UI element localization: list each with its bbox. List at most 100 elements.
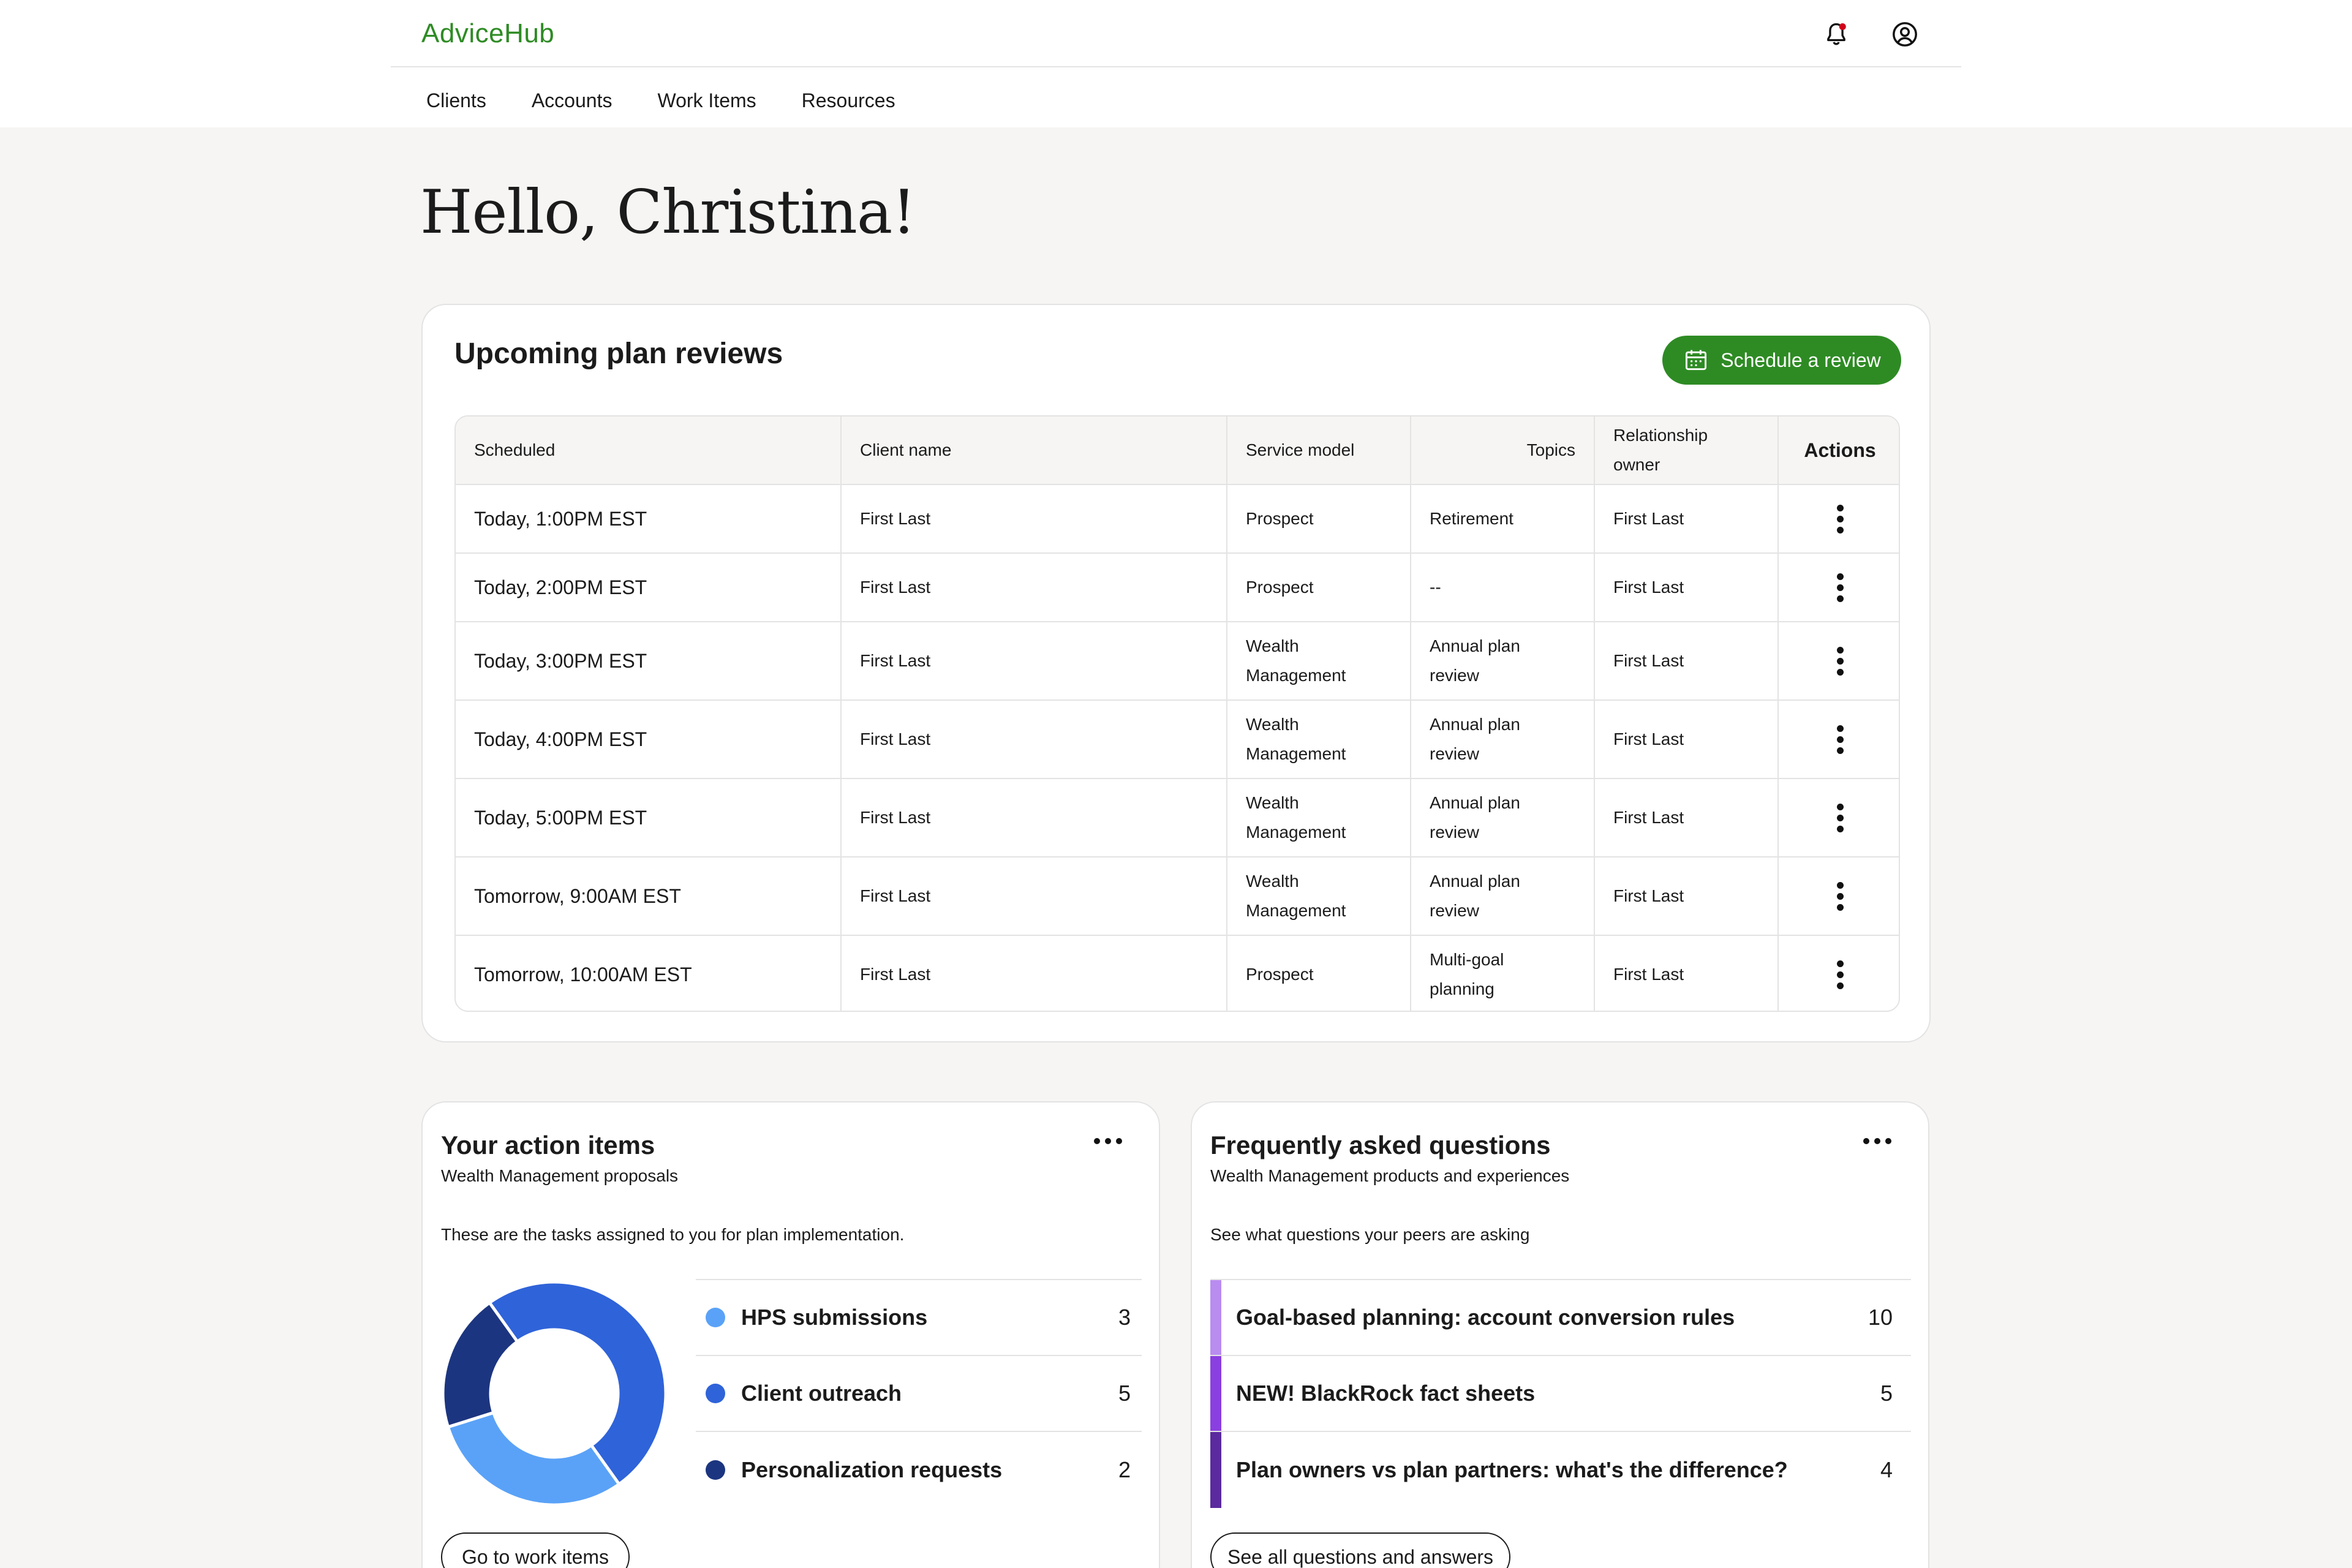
service-model-line: Prospect — [1246, 965, 1314, 984]
client-name-cell[interactable]: First Last — [842, 485, 1227, 552]
topics-line: planning — [1430, 979, 1494, 998]
row-actions-menu-icon[interactable] — [1832, 799, 1849, 837]
faq-subtitle: Wealth Management products and experienc… — [1210, 1166, 1570, 1185]
more-dot — [1105, 1138, 1111, 1144]
relationship-owner-cell: First Last — [1595, 936, 1779, 1011]
column-header-relationship-owner[interactable]: Relationship owner — [1595, 417, 1779, 484]
go-to-work-items-button[interactable]: Go to work items — [441, 1532, 630, 1568]
faq-question-label: Goal-based planning: account conversion … — [1236, 1305, 1735, 1330]
legend-dot — [706, 1460, 725, 1480]
action-item-row[interactable]: Client outreach 5 — [696, 1356, 1142, 1432]
actions-cell — [1779, 779, 1899, 856]
nav-item-work-items[interactable]: Work Items — [657, 86, 756, 115]
card-title: Upcoming plan reviews — [454, 337, 783, 370]
scheduled-cell: Today, 4:00PM EST — [456, 701, 842, 778]
row-actions-menu-icon[interactable] — [1832, 720, 1849, 759]
table-row[interactable]: Today, 2:00PM EST First Last Prospect -- Fir… — [456, 554, 1899, 622]
faq-question-label: Plan owners vs plan partners: what's the… — [1236, 1457, 1788, 1482]
service-model-cell: Prospect — [1227, 485, 1411, 552]
client-name-cell[interactable]: First Last — [842, 701, 1227, 778]
table-row[interactable]: Today, 5:00PM EST First Last Wealth Managem… — [456, 779, 1899, 858]
more-dot — [1116, 1138, 1122, 1144]
scheduled-cell: Today, 5:00PM EST — [456, 779, 842, 856]
see-all-questions-button[interactable]: See all questions and answers — [1210, 1532, 1510, 1568]
table-row[interactable]: Tomorrow, 10:00AM EST First Last Prospect M… — [456, 936, 1899, 1011]
actions-cell — [1779, 622, 1899, 699]
row-actions-menu-icon[interactable] — [1832, 956, 1849, 994]
faq-item-row[interactable]: Plan owners vs plan partners: what's the… — [1210, 1432, 1911, 1508]
topics-cell: Annual plan review — [1411, 701, 1595, 778]
faq-question-count: 5 — [1880, 1381, 1893, 1406]
topics-line: -- — [1430, 578, 1441, 597]
faq-item-row[interactable]: NEW! BlackRock fact sheets 5 — [1210, 1356, 1911, 1432]
table-row[interactable]: Today, 1:00PM EST First Last Prospect Retir… — [456, 485, 1899, 554]
action-items-subtitle: Wealth Management proposals — [441, 1166, 679, 1185]
topics-line: review — [1430, 666, 1479, 685]
column-header-scheduled[interactable]: Scheduled — [456, 417, 842, 484]
action-item-count: 3 — [1118, 1305, 1131, 1330]
service-model-cell: Prospect — [1227, 936, 1411, 1011]
donut-segment — [446, 1411, 622, 1507]
nav-item-clients[interactable]: Clients — [426, 86, 486, 115]
scheduled-cell: Tomorrow, 10:00AM EST — [456, 936, 842, 1011]
client-name-cell[interactable]: First Last — [842, 554, 1227, 621]
more-dot — [1885, 1138, 1891, 1144]
calendar-icon — [1686, 350, 1707, 371]
more-dot — [1863, 1138, 1869, 1144]
action-item-label: HPS submissions — [741, 1305, 928, 1330]
topics-cell: Annual plan review — [1411, 858, 1595, 935]
more-dot — [1094, 1138, 1100, 1144]
topics-line: Multi-goal — [1430, 950, 1504, 969]
service-model-line: Management — [1246, 666, 1346, 685]
app-logo[interactable]: AdviceHub — [421, 18, 554, 49]
service-model-cell: Wealth Management — [1227, 858, 1411, 935]
action-items-more-button[interactable] — [1094, 1138, 1122, 1144]
client-name-cell[interactable]: First Last — [842, 779, 1227, 856]
service-model-line: Prospect — [1246, 509, 1314, 528]
faq-accent-bar — [1210, 1356, 1221, 1431]
client-name-cell[interactable]: First Last — [842, 622, 1227, 699]
topics-line: Annual plan — [1430, 715, 1520, 734]
row-actions-menu-icon[interactable] — [1832, 642, 1849, 680]
client-name-cell[interactable]: First Last — [842, 858, 1227, 935]
column-header-service-model[interactable]: Service model — [1227, 417, 1411, 484]
topics-cell: Retirement — [1411, 485, 1595, 552]
table-row[interactable]: Tomorrow, 9:00AM EST First Last Wealth Mana… — [456, 858, 1899, 936]
action-item-label: Personalization requests — [741, 1457, 1003, 1482]
row-actions-menu-icon[interactable] — [1832, 568, 1849, 607]
action-item-row[interactable]: Personalization requests 2 — [696, 1432, 1142, 1508]
topics-cell: Multi-goal planning — [1411, 936, 1595, 1011]
action-items-donut-chart — [441, 1280, 668, 1507]
table-row[interactable]: Today, 4:00PM EST First Last Wealth Managem… — [456, 701, 1899, 779]
actions-cell — [1779, 485, 1899, 552]
row-actions-menu-icon[interactable] — [1832, 500, 1849, 538]
row-actions-menu-icon[interactable] — [1832, 877, 1849, 916]
column-header-topics[interactable]: Topics — [1411, 417, 1595, 484]
notifications-button[interactable] — [1818, 16, 1855, 53]
service-model-cell: Wealth Management — [1227, 779, 1411, 856]
action-items-card: Your action items Wealth Management prop… — [421, 1101, 1160, 1568]
nav-item-accounts[interactable]: Accounts — [532, 86, 612, 115]
actions-cell — [1779, 858, 1899, 935]
column-header-client-name[interactable]: Client name — [842, 417, 1227, 484]
table-row[interactable]: Today, 3:00PM EST First Last Wealth Managem… — [456, 622, 1899, 701]
actions-cell — [1779, 936, 1899, 1011]
faq-more-button[interactable] — [1863, 1138, 1891, 1144]
topics-cell: Annual plan review — [1411, 622, 1595, 699]
service-model-cell: Wealth Management — [1227, 701, 1411, 778]
schedule-review-label: Schedule a review — [1721, 349, 1881, 371]
nav-item-resources[interactable]: Resources — [802, 86, 895, 115]
legend-dot — [706, 1308, 725, 1327]
schedule-review-button[interactable]: Schedule a review — [1662, 336, 1901, 385]
service-model-line: Wealth — [1246, 715, 1299, 734]
legend-dot — [706, 1384, 725, 1403]
scheduled-cell: Tomorrow, 9:00AM EST — [456, 858, 842, 935]
action-item-label: Client outreach — [741, 1381, 902, 1406]
relationship-owner-cell: First Last — [1595, 554, 1779, 621]
action-item-row[interactable]: HPS submissions 3 — [696, 1280, 1142, 1356]
greeting: Hello, Christina! — [420, 178, 916, 247]
client-name-cell[interactable]: First Last — [842, 936, 1227, 1011]
faq-item-row[interactable]: Goal-based planning: account conversion … — [1210, 1280, 1911, 1356]
topics-line: Annual plan — [1430, 872, 1520, 891]
profile-button[interactable] — [1887, 16, 1923, 53]
